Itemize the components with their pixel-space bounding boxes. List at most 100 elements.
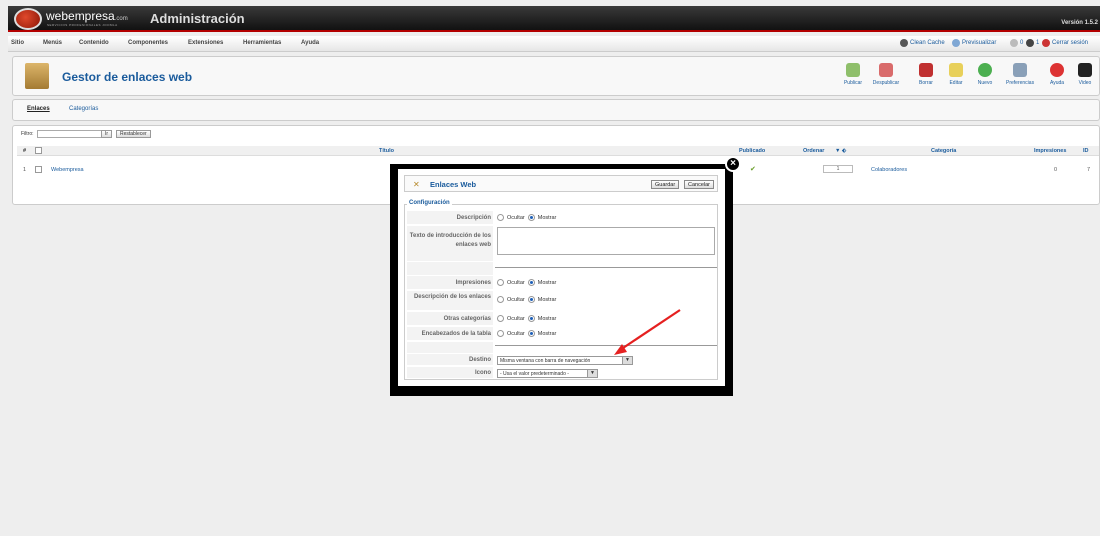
- row-id: 7: [1087, 167, 1091, 173]
- trash-icon: [919, 63, 933, 77]
- tab-categorias[interactable]: Categorías: [69, 106, 98, 112]
- tab-enlaces[interactable]: Enlaces: [27, 106, 50, 112]
- menu-item-componentes[interactable]: Componentes: [128, 40, 168, 46]
- link-description-show-radio[interactable]: [527, 296, 535, 303]
- save-button[interactable]: Guardar: [651, 180, 680, 189]
- fieldset-legend: Configuración: [407, 200, 452, 206]
- chevron-down-icon: ▼: [587, 370, 597, 377]
- broom-icon: [900, 39, 908, 47]
- other-categories-radio-group: Ocultar Mostrar: [497, 315, 556, 322]
- published-check-icon[interactable]: ✔: [750, 165, 756, 173]
- logout-icon: [1042, 39, 1050, 47]
- hits-radio-group: Ocultar Mostrar: [497, 279, 556, 286]
- col-published[interactable]: Publicado: [739, 148, 765, 154]
- menu-item-herramientas[interactable]: Herramientas: [243, 40, 281, 46]
- col-hits[interactable]: Impresiones: [1034, 148, 1066, 154]
- admin-title: Administración: [150, 11, 245, 26]
- intro-text-area[interactable]: [497, 227, 715, 255]
- description-show-radio[interactable]: [527, 214, 535, 221]
- modal-close-button[interactable]: ×: [725, 156, 741, 172]
- hits-hide-radio[interactable]: [497, 279, 504, 286]
- col-order[interactable]: Ordenar: [803, 148, 824, 154]
- version-label: Versión 1.5.2: [1061, 20, 1098, 26]
- plus-icon: [978, 63, 992, 77]
- publish-icon: [846, 63, 860, 77]
- admin-header: webempresa.com SERVICIOS PROFESIONALES J…: [8, 6, 1100, 32]
- blank-label-row: [407, 262, 493, 276]
- weblinks-header-icon: ✕: [413, 180, 420, 189]
- main-menu-bar: Sitio Menús Contenido Componentes Extens…: [8, 36, 1100, 52]
- filter-label: Filtro:: [21, 131, 34, 137]
- brand-tagline: SERVICIOS PROFESIONALES JOOMLA: [47, 23, 118, 27]
- row-checkbox[interactable]: [35, 166, 42, 173]
- save-order-icon[interactable]: ▼ ⬖: [835, 148, 846, 154]
- menu-item-sitio[interactable]: Sitio: [11, 40, 24, 46]
- go-button[interactable]: Ir: [101, 130, 113, 138]
- icon-select[interactable]: - Usa el valor predeterminado - ▼: [497, 369, 598, 378]
- menu-item-menus[interactable]: Menús: [43, 40, 62, 46]
- brand-name: webempresa.com: [46, 9, 128, 23]
- messages-count[interactable]: 0: [1010, 39, 1023, 47]
- other-categories-show-radio[interactable]: [527, 315, 535, 322]
- link-description-hide-radio[interactable]: [497, 296, 504, 303]
- table-headers-show-radio[interactable]: [527, 330, 535, 337]
- filter-input[interactable]: [37, 130, 109, 138]
- row-num: 1: [23, 167, 27, 173]
- divider: [495, 267, 717, 268]
- preferences-button[interactable]: Preferencias: [1006, 63, 1034, 86]
- submenu-box: Enlaces Categorías: [12, 99, 1100, 121]
- menu-item-contenido[interactable]: Contenido: [79, 40, 109, 46]
- pencil-icon: [949, 63, 963, 77]
- preview-link[interactable]: Previsualizar: [952, 39, 996, 47]
- row-title[interactable]: Webempresa: [51, 167, 84, 173]
- clean-cache-link[interactable]: Clean Cache: [900, 39, 945, 47]
- link-description-label: Descripción de los enlaces: [407, 291, 493, 311]
- page-title: Gestor de enlaces web: [62, 70, 193, 84]
- new-button[interactable]: Nuevo: [971, 63, 999, 86]
- select-all-checkbox[interactable]: [35, 147, 42, 154]
- description-radio-group: Ocultar Mostrar: [497, 214, 556, 221]
- other-categories-label: Otras categorías: [407, 312, 493, 326]
- annotation-arrow-icon: [614, 309, 681, 355]
- menu-item-ayuda[interactable]: Ayuda: [301, 40, 319, 46]
- preview-icon: [952, 39, 960, 47]
- messages-icon: [1010, 39, 1018, 47]
- weblinks-icon: [25, 63, 49, 89]
- order-input[interactable]: 1: [823, 165, 853, 173]
- table-headers-radio-group: Ocultar Mostrar: [497, 330, 556, 337]
- users-count[interactable]: 1: [1026, 39, 1039, 47]
- reset-button[interactable]: Restablecer: [116, 130, 151, 138]
- link-description-radio-group: Ocultar Mostrar: [497, 296, 556, 303]
- publish-button[interactable]: Publicar: [839, 63, 867, 86]
- hits-show-radio[interactable]: [527, 279, 535, 286]
- unpublish-button[interactable]: Despublicar: [872, 63, 900, 86]
- col-title[interactable]: Título: [379, 148, 394, 154]
- blank-label-row-2: [407, 342, 493, 354]
- table-headers-hide-radio[interactable]: [497, 330, 504, 337]
- webempresa-logo-icon: [14, 8, 42, 30]
- delete-button[interactable]: Borrar: [912, 63, 940, 86]
- menu-item-extensiones[interactable]: Extensiones: [188, 40, 223, 46]
- help-button[interactable]: Ayuda: [1043, 63, 1071, 86]
- col-num: #: [23, 148, 27, 154]
- users-icon: [1026, 39, 1034, 47]
- row-category[interactable]: Colaboradores: [871, 167, 907, 173]
- preferences-icon: [1013, 63, 1027, 77]
- video-icon: [1078, 63, 1092, 77]
- table-headers-label: Encabezados de la tabla: [407, 327, 493, 341]
- logout-link[interactable]: Cerrar sesión: [1042, 39, 1088, 47]
- other-categories-hide-radio[interactable]: [497, 315, 504, 322]
- col-id[interactable]: ID: [1083, 148, 1089, 154]
- intro-text-label: Texto de introducción de los enlaces web: [407, 226, 493, 262]
- page: webempresa.com SERVICIOS PROFESIONALES J…: [0, 0, 1100, 536]
- hits-label: Impresiones: [407, 276, 493, 290]
- col-category[interactable]: Categoría: [931, 148, 956, 154]
- edit-button[interactable]: Editar: [942, 63, 970, 86]
- description-hide-radio[interactable]: [497, 214, 504, 221]
- cancel-button[interactable]: Cancelar: [684, 180, 715, 189]
- unpublish-icon: [879, 63, 893, 77]
- icon-label: Icono: [407, 367, 493, 379]
- toolbar-box: Gestor de enlaces web Publicar Despublic…: [12, 56, 1100, 96]
- target-label: Destino: [407, 354, 493, 366]
- video-button[interactable]: Video: [1071, 63, 1099, 86]
